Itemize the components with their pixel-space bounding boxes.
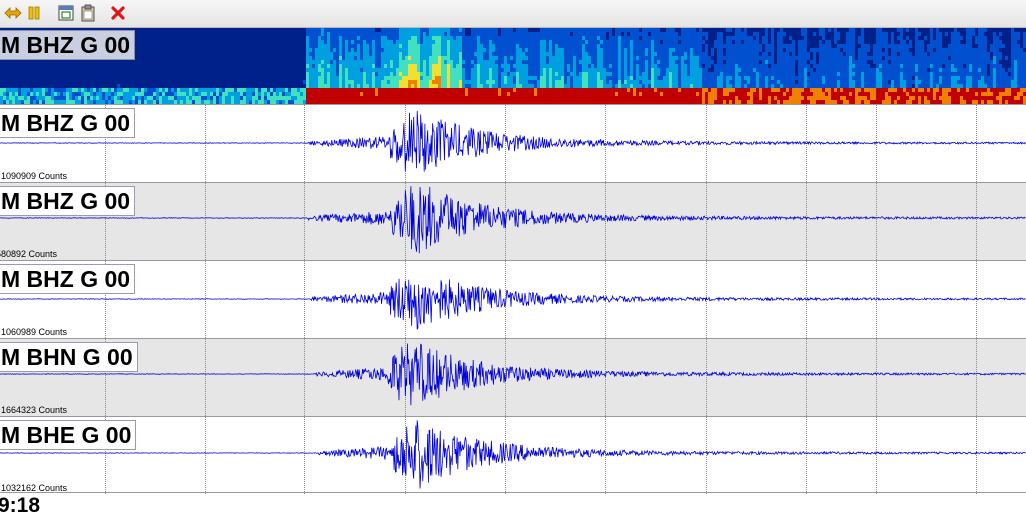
- waveform: [0, 278, 1026, 331]
- waveform-line: [0, 110, 1026, 172]
- trace-amplitude-scale: 580892 Counts: [0, 249, 58, 259]
- zoom-window-icon[interactable]: [57, 4, 75, 22]
- toolbar: [0, 0, 1026, 28]
- pause-icon[interactable]: [25, 4, 43, 22]
- waveform: [0, 110, 1026, 172]
- trace-amplitude-scale: / 1090909 Counts: [0, 171, 68, 181]
- clipboard-icon[interactable]: [79, 4, 97, 22]
- waveform-line: [0, 186, 1026, 254]
- spectrogram[interactable]: M BHZ G 00: [0, 28, 1026, 104]
- waveform-line: [0, 420, 1026, 489]
- spectrogram-channel-label: M BHZ G 00: [0, 30, 136, 60]
- trace-channel-label: M BHZ G 00: [0, 264, 136, 294]
- trace-amplitude-scale: / 1060989 Counts: [0, 327, 68, 337]
- trace-channel-label: M BHE G 00: [0, 420, 137, 450]
- swap-arrows-icon[interactable]: [4, 4, 22, 22]
- trace-channel-label: M BHN G 00: [0, 342, 138, 372]
- seismogram-trace[interactable]: M BHE G 00 / 1032162 Counts: [0, 416, 1026, 494]
- trace-channel-label: M BHZ G 00: [0, 108, 136, 138]
- seismogram-trace[interactable]: M BHZ G 00 580892 Counts: [0, 182, 1026, 260]
- waveform: [0, 343, 1026, 406]
- close-icon[interactable]: [109, 4, 127, 22]
- waveform-line: [0, 343, 1026, 406]
- waveform-line: [0, 278, 1026, 331]
- seismogram-trace[interactable]: M BHZ G 00 / 1090909 Counts: [0, 104, 1026, 182]
- trace-amplitude-scale: / 1664323 Counts: [0, 405, 68, 415]
- time-axis-label: 9:18: [0, 494, 41, 517]
- seismogram-trace[interactable]: M BHN G 00 / 1664323 Counts: [0, 338, 1026, 416]
- waveform: [0, 186, 1026, 254]
- time-axis-line: [0, 492, 1026, 493]
- spectrogram-image: [0, 28, 1026, 104]
- seismogram-trace[interactable]: M BHZ G 00 / 1060989 Counts: [0, 260, 1026, 338]
- trace-channel-label: M BHZ G 00: [0, 186, 136, 216]
- waveform: [0, 420, 1026, 489]
